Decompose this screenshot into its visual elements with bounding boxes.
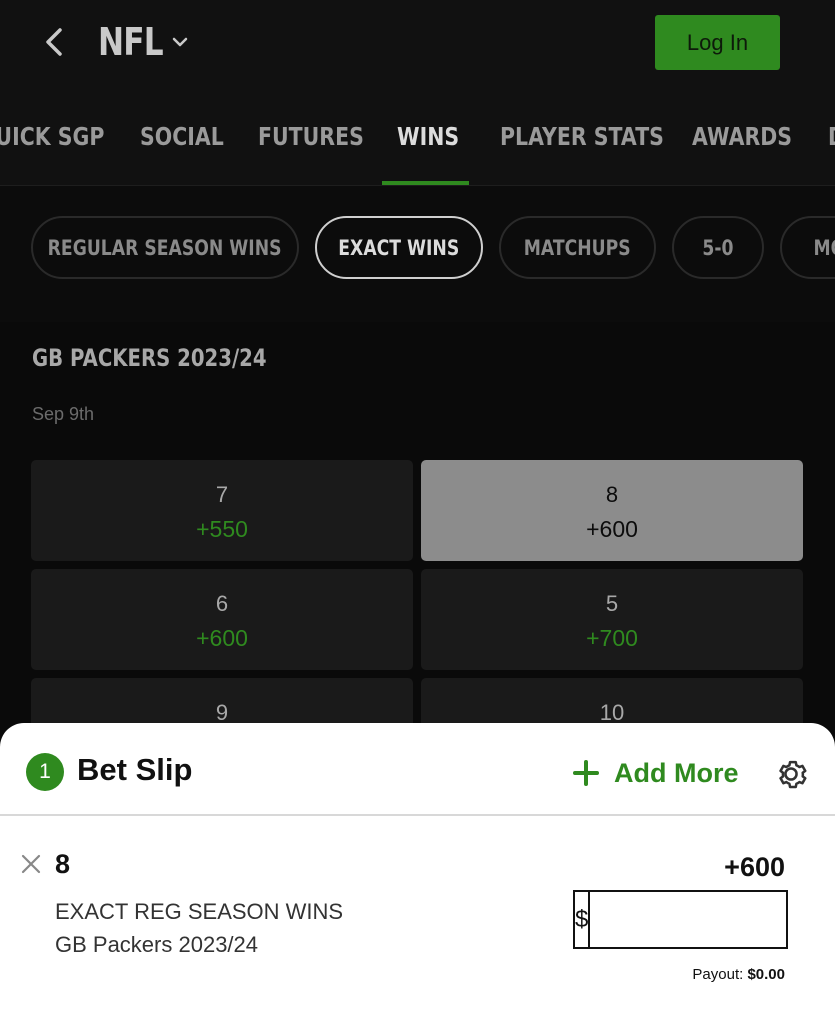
bet-slip-header[interactable]: 1 Bet Slip Add More xyxy=(0,723,835,816)
tab-awards[interactable]: AWARDS xyxy=(692,88,814,184)
league-selector[interactable]: NFL xyxy=(98,18,190,66)
chip-5-0[interactable]: 5-0 xyxy=(672,216,764,279)
outcome-cell-selected[interactable]: 8 +600 xyxy=(421,460,803,561)
back-arrow-icon[interactable] xyxy=(40,22,70,62)
selection-odds: +600 xyxy=(724,852,785,882)
top-bar: NFL Log In xyxy=(0,0,835,88)
tab-wins[interactable]: WINS xyxy=(397,88,473,184)
login-button[interactable]: Log In xyxy=(655,15,780,70)
outcome-wins: 6 xyxy=(215,591,229,616)
gear-icon[interactable] xyxy=(772,755,810,793)
outcome-odds: +600 xyxy=(586,516,638,542)
outcome-cell[interactable]: 7 +550 xyxy=(31,460,413,561)
payout: Payout: $0.00 xyxy=(692,966,785,983)
bet-slip: 1 Bet Slip Add More 8 EXACT REG SEASON W… xyxy=(0,723,835,1023)
outcome-cell[interactable]: 6 +600 xyxy=(31,569,413,670)
outcome-odds: +700 xyxy=(586,625,638,651)
league-label: NFL xyxy=(98,20,164,64)
category-tabs: QUICK SGP SOCIAL FUTURES WINS PLAYER STA… xyxy=(0,88,835,186)
outcome-wins: 7 xyxy=(215,482,229,507)
stake-input[interactable] xyxy=(590,892,835,947)
outcome-odds: +600 xyxy=(196,625,248,651)
chip-exact-wins[interactable]: EXACT WINS xyxy=(315,216,483,279)
active-tab-indicator xyxy=(382,181,469,185)
chevron-down-icon xyxy=(172,37,188,47)
chip-matchups[interactable]: MATCHUPS xyxy=(499,216,656,279)
add-more-button[interactable]: Add More xyxy=(572,753,739,793)
selection-market: EXACT REG SEASON WINS xyxy=(55,899,344,924)
add-more-label: Add More xyxy=(614,757,739,788)
outcome-odds: +550 xyxy=(196,516,248,542)
bet-slip-title: Bet Slip xyxy=(77,752,193,787)
payout-label: Payout: xyxy=(692,966,744,983)
subcategory-chips: REGULAR SEASON WINS EXACT WINS MATCHUPS … xyxy=(0,186,835,322)
market-title: GB PACKERS 2023/24 xyxy=(32,344,267,372)
market-date: Sep 9th xyxy=(32,404,95,424)
outcome-wins: 5 xyxy=(605,591,619,616)
close-icon[interactable] xyxy=(20,853,42,875)
outcome-wins: 8 xyxy=(605,482,619,507)
tab-social[interactable]: SOCIAL xyxy=(140,88,242,184)
outcome-cell[interactable]: 5 +700 xyxy=(421,569,803,670)
tab-futures[interactable]: FUTURES xyxy=(258,88,387,184)
payout-value: $0.00 xyxy=(747,966,785,983)
chip-more[interactable]: MO xyxy=(780,216,835,279)
plus-icon xyxy=(573,760,599,786)
selection-count-badge: 1 xyxy=(26,753,64,791)
chip-regular-season-wins[interactable]: REGULAR SEASON WINS xyxy=(31,216,299,279)
tab-player-stats[interactable]: PLAYER STATS xyxy=(500,88,700,184)
selection-event: GB Packers 2023/24 xyxy=(55,932,259,957)
tab-more[interactable]: D xyxy=(828,88,835,184)
selection-name: 8 xyxy=(55,849,71,879)
currency-symbol: $ xyxy=(575,892,591,947)
tab-quick-sgp[interactable]: QUICK SGP xyxy=(0,88,132,184)
stake-field[interactable]: $ xyxy=(573,890,835,949)
